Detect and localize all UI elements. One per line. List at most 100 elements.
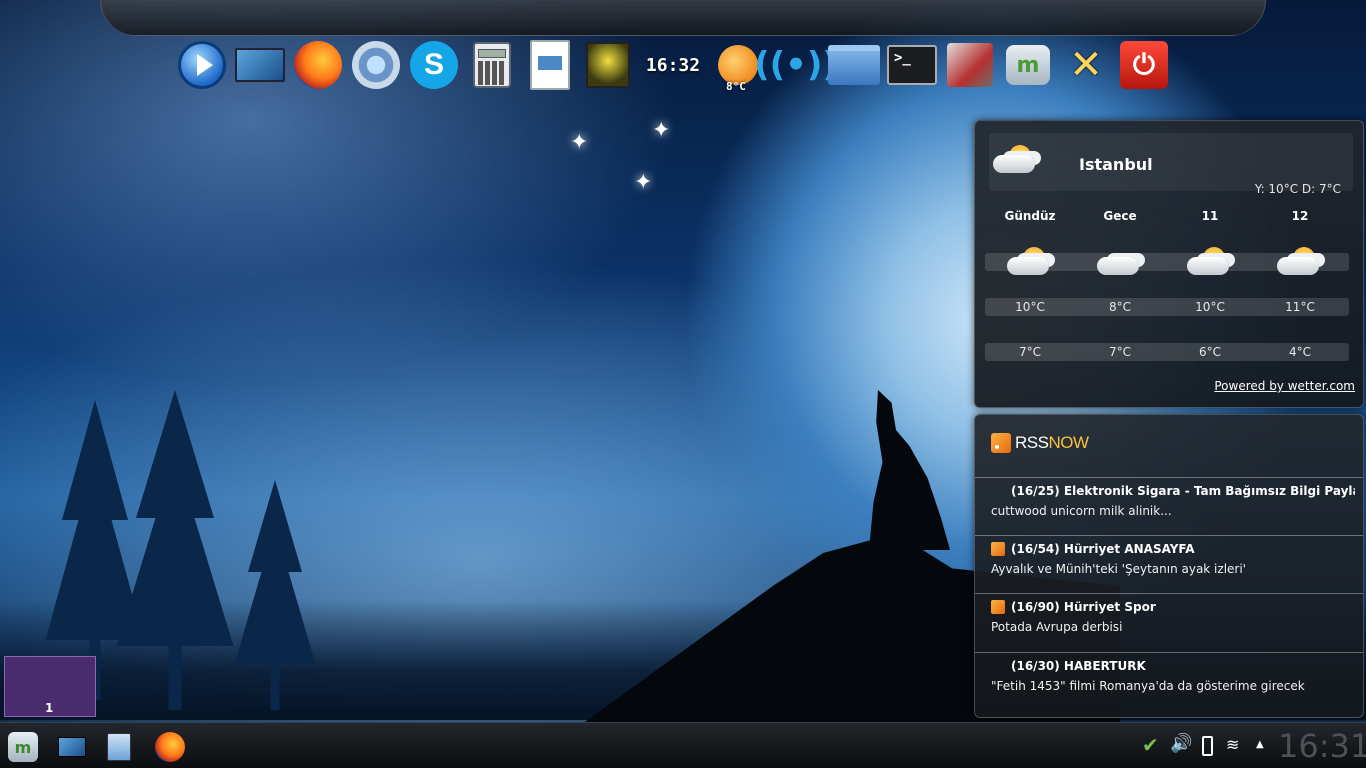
rss-item-desc: Ayvalık ve Münih'teki 'Şeytanın ayak izl…	[991, 562, 1246, 576]
wifi-signal-icon: ((•))	[754, 45, 838, 85]
rss-item-title: (16/30) HABERTURK	[1011, 659, 1146, 673]
document-writer-icon	[530, 40, 570, 90]
forecast-high: 11°C	[1285, 300, 1315, 314]
top-dock-panel	[100, 0, 1266, 36]
cloudy-night-icon	[1097, 247, 1141, 277]
rss-icon	[991, 433, 1011, 453]
taskbar-clock[interactable]: 16:31	[1278, 727, 1366, 765]
weather-widget: Istanbul Y: 10°C D: 7°C Gündüz Gece 11 1…	[974, 120, 1364, 408]
forecast-low: 7°C	[1018, 345, 1041, 359]
writer-launcher[interactable]	[524, 39, 576, 91]
image-viewer-launcher[interactable]	[582, 39, 634, 91]
workspace-number: 1	[45, 701, 54, 715]
forecast-lows: 7°C 7°C 6°C 4°C	[985, 343, 1349, 361]
wallpaper-star: ✦	[652, 118, 671, 143]
rss-logo-rss: RSS	[1015, 433, 1049, 452]
rss-item-desc: Potada Avrupa derbisi	[991, 620, 1123, 634]
weather-provider-link[interactable]: Powered by wetter.com	[1214, 379, 1355, 393]
software-install-icon	[947, 43, 993, 87]
network-launcher[interactable]: ((•))	[754, 39, 838, 91]
rss-item-title: (16/90) Hürriyet Spor	[1011, 600, 1156, 614]
skype-launcher[interactable]: S	[408, 39, 460, 91]
weather-current: Istanbul Y: 10°C D: 7°C	[989, 133, 1353, 196]
mint-package-launcher[interactable]: m	[1002, 39, 1054, 91]
rss-item-title: (16/25) Elektronik Sigara - Tam Bağımsız…	[1011, 484, 1355, 498]
rss-icon	[991, 542, 1005, 556]
weather-balloon-icon	[718, 45, 758, 85]
forecast-col-label: Gece	[1103, 209, 1137, 223]
battery-icon[interactable]	[1202, 736, 1213, 756]
rss-icon	[991, 600, 1005, 614]
wallpaper-star: ✦	[570, 130, 589, 155]
show-desktop-button[interactable]	[58, 737, 86, 757]
security-shield-icon[interactable]: ✔	[1142, 733, 1159, 757]
workspace-pager[interactable]: 1	[4, 656, 96, 717]
weather-range: Y: 10°C D: 7°C	[1254, 182, 1341, 196]
calculator-launcher[interactable]	[466, 39, 518, 91]
tray-expand-icon[interactable]: ▲	[1256, 739, 1264, 750]
settings-launcher[interactable]: ✕	[1060, 39, 1112, 91]
desktop-monitor-icon	[235, 48, 285, 82]
feed-icon	[991, 484, 1005, 498]
rss-item[interactable]: (16/30) HABERTURK "Fetih 1453" filmi Rom…	[975, 652, 1363, 710]
volume-icon[interactable]: 🔊	[1170, 733, 1192, 754]
rss-item-desc: "Fetih 1453" filmi Romanya'da da gösteri…	[991, 679, 1305, 693]
wallpaper-star: ✦	[634, 170, 653, 195]
forecast-high: 10°C	[1015, 300, 1045, 314]
chromium-icon	[352, 41, 400, 89]
dock-clock[interactable]: 16:32	[640, 39, 706, 91]
firefox-taskbar-button[interactable]	[155, 732, 185, 762]
rss-logo: RSSNOW	[991, 433, 1089, 453]
power-launcher[interactable]: ⏻	[1118, 39, 1170, 91]
software-install-launcher[interactable]	[944, 39, 996, 91]
file-manager-launcher[interactable]	[828, 39, 880, 91]
forecast-high: 8°C	[1108, 300, 1131, 314]
forecast-low: 6°C	[1198, 345, 1221, 359]
forecast-highs: 10°C 8°C 10°C 11°C	[985, 298, 1349, 316]
forecast-col-label: 12	[1291, 209, 1309, 223]
forecast-col-label: Gündüz	[1004, 209, 1056, 223]
calculator-icon	[473, 42, 511, 88]
rss-logo-now: NOW	[1048, 433, 1089, 452]
desktop-launcher[interactable]	[234, 39, 286, 91]
terminal-icon: >_	[887, 45, 937, 85]
image-viewer-icon	[586, 42, 630, 88]
partly-cloudy-icon	[993, 145, 1037, 175]
firefox-icon	[294, 41, 342, 89]
terminal-launcher[interactable]: >_	[886, 39, 938, 91]
dock-weather-temp: 8°C	[726, 80, 746, 93]
power-icon: ⏻	[1120, 41, 1168, 89]
mint-logo-icon: m	[14, 737, 32, 757]
file-manager-button[interactable]	[107, 733, 131, 761]
partly-cloudy-icon	[1277, 247, 1321, 277]
forecast-icons	[985, 247, 1349, 277]
rss-widget: RSSNOW (16/25) Elektronik Sigara - Tam B…	[974, 414, 1364, 718]
forecast-high: 10°C	[1195, 300, 1225, 314]
folder-icon	[828, 45, 880, 85]
rss-item[interactable]: (16/25) Elektronik Sigara - Tam Bağımsız…	[975, 477, 1363, 535]
media-player-icon	[178, 41, 226, 89]
weather-city: Istanbul	[1079, 155, 1153, 174]
taskbar: m ✔ 🔊 ≋ ▲ 16:31	[0, 722, 1366, 768]
wifi-tray-icon[interactable]: ≋	[1226, 735, 1239, 754]
rss-item[interactable]: (16/90) Hürriyet Spor Potada Avrupa derb…	[975, 593, 1363, 651]
chromium-launcher[interactable]	[350, 39, 402, 91]
mint-package-icon: m	[1006, 45, 1050, 85]
rss-item[interactable]: (16/54) Hürriyet ANASAYFA Ayvalık ve Mün…	[975, 535, 1363, 593]
forecast-col-label: 11	[1201, 209, 1219, 223]
skype-icon: S	[410, 41, 458, 89]
weather-forecast-header: Gündüz Gece 11 12	[985, 209, 1347, 223]
feed-icon	[991, 659, 1005, 673]
rss-item-desc: cuttwood unicorn milk alinik...	[991, 504, 1172, 518]
start-menu-button[interactable]: m	[8, 732, 38, 762]
top-dock: S 16:32 8°C ((•)) >_ m ✕ ⏻	[176, 38, 1170, 93]
partly-cloudy-icon	[1007, 247, 1051, 277]
forecast-low: 4°C	[1288, 345, 1311, 359]
firefox-launcher[interactable]	[292, 39, 344, 91]
rss-item-title: (16/54) Hürriyet ANASAYFA	[1011, 542, 1195, 556]
wallpaper-wolf	[869, 390, 950, 550]
tools-icon: ✕	[1069, 42, 1103, 88]
forecast-low: 7°C	[1108, 345, 1131, 359]
partly-cloudy-icon	[1187, 247, 1231, 277]
media-player-launcher[interactable]	[176, 39, 228, 91]
